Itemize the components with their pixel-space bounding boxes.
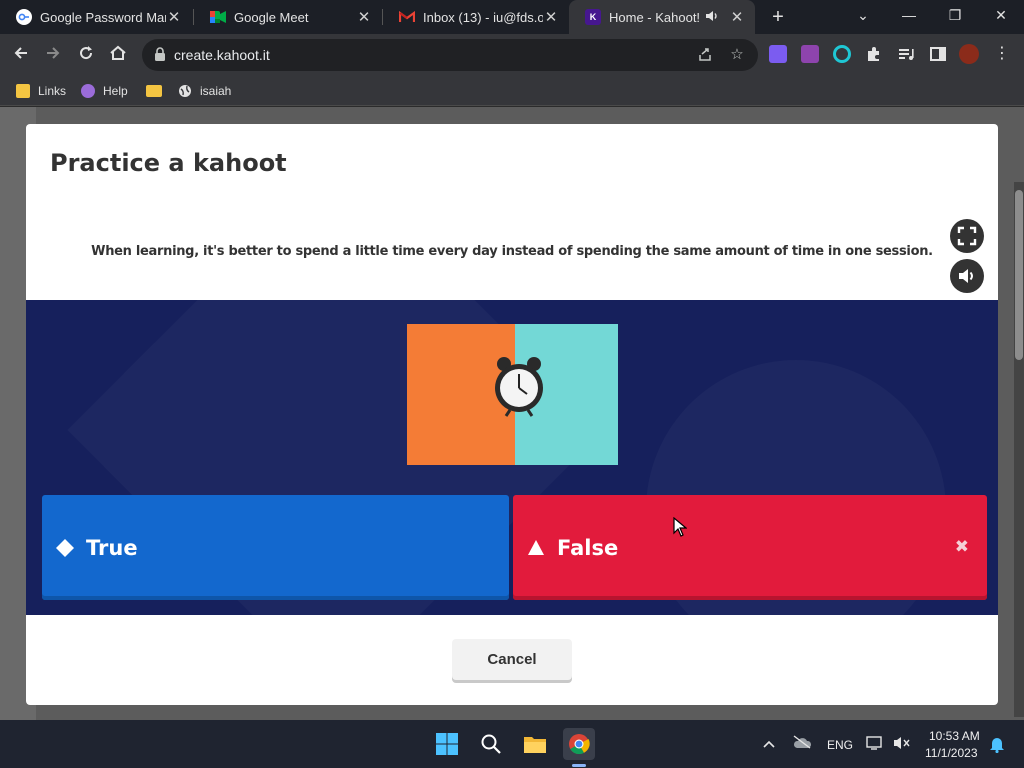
show-hidden-icons-chevron-icon[interactable] [760,735,778,753]
extension-purple-icon[interactable] [769,45,787,63]
active-app-indicator [572,764,586,767]
bookmarks-bar: Links Help isaiah [0,76,1024,106]
windows-taskbar: ENG 10:53 AM 11/1/2023 [0,720,1024,768]
screen: Google Password Mar ✕ Google Meet ✕ Inbo… [0,0,1024,768]
key-icon [16,9,32,25]
question-stage: True False ✖ [26,300,998,615]
folder-icon [524,737,546,753]
folder-icon [16,84,30,98]
notification-bell-icon[interactable] [988,735,1006,754]
clock-date[interactable]: 11/1/2023 [925,746,978,760]
lock-icon[interactable] [154,47,166,61]
alarm-clock-icon [495,357,543,417]
answer-label: True [86,535,138,560]
close-tab-icon[interactable]: ✕ [356,8,372,26]
globe-icon [178,84,192,98]
browser-toolbar: create.kahoot.it ☆ ⋮ [0,34,1024,76]
extension-tw-icon[interactable] [801,45,819,63]
bookmark-isaiah[interactable]: isaiah [178,82,231,100]
close-window-button[interactable]: ✕ [978,0,1024,34]
reload-icon [80,46,93,60]
wrong-answer-icon: ✖ [954,537,969,557]
diamond-icon [56,538,74,557]
tab-gmail-inbox[interactable]: Inbox (13) - iu@fds.or ✕ [383,0,569,34]
answer-label: False [557,535,619,560]
arrow-left-icon [14,47,27,59]
close-tab-icon[interactable]: ✕ [729,8,745,26]
fullscreen-icon [957,226,977,246]
triangle-icon [528,539,544,555]
speaker-icon [959,269,973,283]
windows-logo-icon [436,733,458,755]
forward-button[interactable] [40,42,66,68]
question-text: When learning, it's better to spend a li… [91,244,933,259]
tab-google-password-manager[interactable]: Google Password Mar ✕ [0,0,192,34]
media-control-icon[interactable] [897,45,915,63]
browser-tab-strip: Google Password Mar ✕ Google Meet ✕ Inbo… [0,0,1024,34]
reload-button[interactable] [73,42,99,68]
back-button[interactable] [8,42,34,68]
minimize-button[interactable]: — [886,0,932,34]
sound-button[interactable] [950,259,984,293]
tab-title: Google Password Mar [40,9,166,25]
tab-title: Inbox (13) - iu@fds.or [423,9,543,25]
speaker-icon[interactable] [705,10,721,25]
cancel-button[interactable]: Cancel [452,639,572,680]
home-button[interactable] [105,42,131,68]
start-button[interactable] [431,728,463,760]
onedrive-offline-icon[interactable] [791,735,813,753]
puzzle-icon[interactable] [865,45,883,63]
bookmark-links[interactable]: Links [16,82,66,100]
chrome-taskbar-button[interactable] [563,728,595,760]
clock-time[interactable]: 10:53 AM [929,729,980,743]
extension-ring-icon[interactable] [833,45,851,63]
answer-true-button[interactable]: True [42,495,509,600]
tab-kahoot-home[interactable]: K Home - Kahoot! ✕ [569,0,755,34]
more-menu-icon[interactable]: ⋮ [993,45,1011,63]
bookmark-app[interactable] [146,82,170,100]
side-panel-icon[interactable] [929,45,947,63]
practice-kahoot-dialog: Practice a kahoot When learning, it's be… [26,124,998,705]
yellow-app-icon [146,85,162,97]
page-scrollbar-thumb[interactable] [1015,190,1023,360]
mouse-cursor-icon [673,517,687,537]
profile-avatar[interactable] [959,44,979,64]
search-icon [481,734,501,754]
chrome-icon [569,734,590,755]
bookmark-label: Help [103,84,128,98]
tab-google-meet[interactable]: Google Meet ✕ [194,0,382,34]
bookmark-star-icon[interactable]: ☆ [728,46,746,64]
tab-title: Home - Kahoot! [609,9,701,25]
close-tab-icon[interactable]: ✕ [166,8,182,26]
arrow-right-icon [47,47,60,59]
close-tab-icon[interactable]: ✕ [543,8,559,26]
gmail-icon [399,9,415,25]
home-icon [110,45,126,60]
meet-icon [210,9,226,25]
new-tab-button[interactable]: + [766,4,790,30]
tab-search-button[interactable]: ⌄ [840,0,886,34]
input-language-indicator[interactable]: ENG [827,738,853,752]
kahoot-icon: K [585,9,601,25]
taskbar-search-button[interactable] [475,728,507,760]
address-bar[interactable]: create.kahoot.it ☆ [142,39,758,71]
dialog-title: Practice a kahoot [50,149,287,177]
bookmark-help[interactable]: Help [81,82,128,100]
question-image [407,324,618,465]
help-icon [81,84,95,98]
bookmark-label: Links [38,84,67,98]
restore-button[interactable]: ❐ [932,0,978,34]
answer-false-button[interactable]: False ✖ [513,495,987,600]
share-icon[interactable] [696,46,714,64]
url-text[interactable]: create.kahoot.it [174,47,270,63]
volume-muted-icon[interactable] [893,735,911,753]
network-icon[interactable] [866,735,884,753]
bookmark-label: isaiah [200,84,232,98]
tab-title: Google Meet [234,9,309,25]
file-explorer-button[interactable] [519,728,551,760]
